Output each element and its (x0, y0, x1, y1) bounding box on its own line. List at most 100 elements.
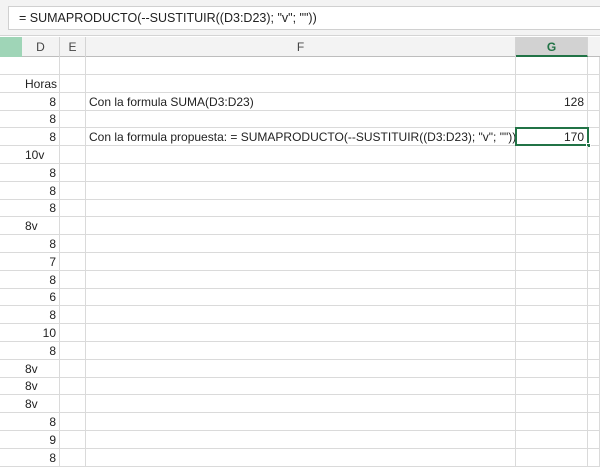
cell-h[interactable] (588, 57, 600, 75)
cell-e[interactable] (60, 359, 86, 378)
cell-f[interactable] (86, 306, 516, 325)
cell-f[interactable] (86, 430, 516, 449)
cell-f[interactable] (86, 74, 516, 93)
cell-d[interactable]: 8v (22, 217, 60, 236)
cell-d[interactable]: 8 (22, 306, 60, 325)
cell-f[interactable] (86, 395, 516, 414)
cell-g[interactable] (516, 181, 588, 200)
cell-f[interactable] (86, 288, 516, 307)
cell-e[interactable] (60, 341, 86, 360)
cell-h[interactable] (588, 146, 600, 164)
column-header-g[interactable]: G (516, 37, 588, 57)
cell-f[interactable] (86, 324, 516, 342)
cell-d[interactable]: 10 (22, 324, 60, 342)
cell-d[interactable]: 8 (22, 92, 60, 111)
cell-f[interactable] (86, 359, 516, 378)
cell-f[interactable] (86, 199, 516, 218)
cell-g[interactable] (516, 413, 588, 431)
cell-h[interactable] (588, 395, 600, 414)
column-header-f[interactable]: F (86, 37, 516, 57)
cell-e[interactable] (60, 74, 86, 93)
cell-g[interactable] (516, 252, 588, 271)
cell-d[interactable]: 8v (22, 377, 60, 396)
cell-h[interactable] (588, 306, 600, 325)
cell-d[interactable]: Horas (22, 74, 60, 93)
cell-d[interactable]: 8 (22, 235, 60, 253)
cell-f[interactable] (86, 163, 516, 182)
cell-g[interactable] (516, 377, 588, 396)
cell-d[interactable]: 8v (22, 395, 60, 414)
cell-e[interactable] (60, 324, 86, 342)
cell-f[interactable] (86, 57, 516, 75)
cell-f[interactable] (86, 270, 516, 289)
cell-d[interactable]: 8 (22, 341, 60, 360)
cell-h[interactable] (588, 448, 600, 467)
cell-d[interactable] (22, 57, 60, 75)
cell-e[interactable] (60, 181, 86, 200)
cell-e[interactable] (60, 270, 86, 289)
cell-g[interactable] (516, 163, 588, 182)
cell-d[interactable]: 8 (22, 163, 60, 182)
column-header-d[interactable]: D (22, 37, 60, 57)
cell-h[interactable] (588, 110, 600, 129)
cell-f[interactable] (86, 448, 516, 467)
cell-f[interactable] (86, 181, 516, 200)
cell-d[interactable]: 8 (22, 110, 60, 129)
cell-g[interactable] (516, 306, 588, 325)
cell-g[interactable] (516, 57, 588, 75)
cell-g[interactable] (516, 341, 588, 360)
cell-h[interactable] (588, 430, 600, 449)
cell-d[interactable]: 8v (22, 359, 60, 378)
cell-g[interactable] (516, 324, 588, 342)
cell-g[interactable] (516, 110, 588, 129)
cell-d[interactable]: 8 (22, 199, 60, 218)
cell-e[interactable] (60, 395, 86, 414)
cell-h[interactable] (588, 235, 600, 253)
cell-g[interactable] (516, 448, 588, 467)
cell-h[interactable] (588, 341, 600, 360)
cell-g[interactable]: 128 (516, 92, 588, 111)
cell-h[interactable] (588, 324, 600, 342)
cell-g[interactable] (516, 235, 588, 253)
cell-e[interactable] (60, 306, 86, 325)
cell-d[interactable]: 7 (22, 252, 60, 271)
cell-f[interactable] (86, 341, 516, 360)
column-header-e[interactable]: E (60, 37, 86, 57)
cell-e[interactable] (60, 288, 86, 307)
cell-e[interactable] (60, 92, 86, 111)
cell-f[interactable] (86, 413, 516, 431)
cell-f[interactable] (86, 252, 516, 271)
cell-e[interactable] (60, 430, 86, 449)
cell-h[interactable] (588, 217, 600, 236)
cell-e[interactable] (60, 377, 86, 396)
cell-d[interactable]: 8 (22, 413, 60, 431)
cell-h[interactable] (588, 252, 600, 271)
cell-f[interactable] (86, 235, 516, 253)
cell-h[interactable] (588, 181, 600, 200)
row-header-corner[interactable] (0, 37, 22, 57)
cell-e[interactable] (60, 448, 86, 467)
cell-h[interactable] (588, 92, 600, 111)
cell-h[interactable] (588, 163, 600, 182)
cell-g[interactable] (516, 270, 588, 289)
cell-h[interactable] (588, 270, 600, 289)
cell-g[interactable] (516, 146, 588, 164)
cell-e[interactable] (60, 217, 86, 236)
formula-input[interactable]: = SUMAPRODUCTO(--SUSTITUIR((D3:D23); "v"… (8, 6, 600, 30)
cell-f[interactable] (86, 217, 516, 236)
cell-g[interactable] (516, 217, 588, 236)
cell-e[interactable] (60, 163, 86, 182)
cell-d[interactable]: 8 (22, 270, 60, 289)
cell-h[interactable] (588, 288, 600, 307)
cell-e[interactable] (60, 199, 86, 218)
cell-g[interactable] (516, 199, 588, 218)
cell-d[interactable]: 8 (22, 128, 60, 147)
cell-d[interactable]: 9 (22, 430, 60, 449)
cell-f[interactable] (86, 110, 516, 129)
cell-g[interactable] (516, 288, 588, 307)
cell-g[interactable] (516, 359, 588, 378)
cell-e[interactable] (60, 146, 86, 164)
cell-e[interactable] (60, 413, 86, 431)
cell-e[interactable] (60, 57, 86, 75)
cell-f[interactable] (86, 146, 516, 164)
